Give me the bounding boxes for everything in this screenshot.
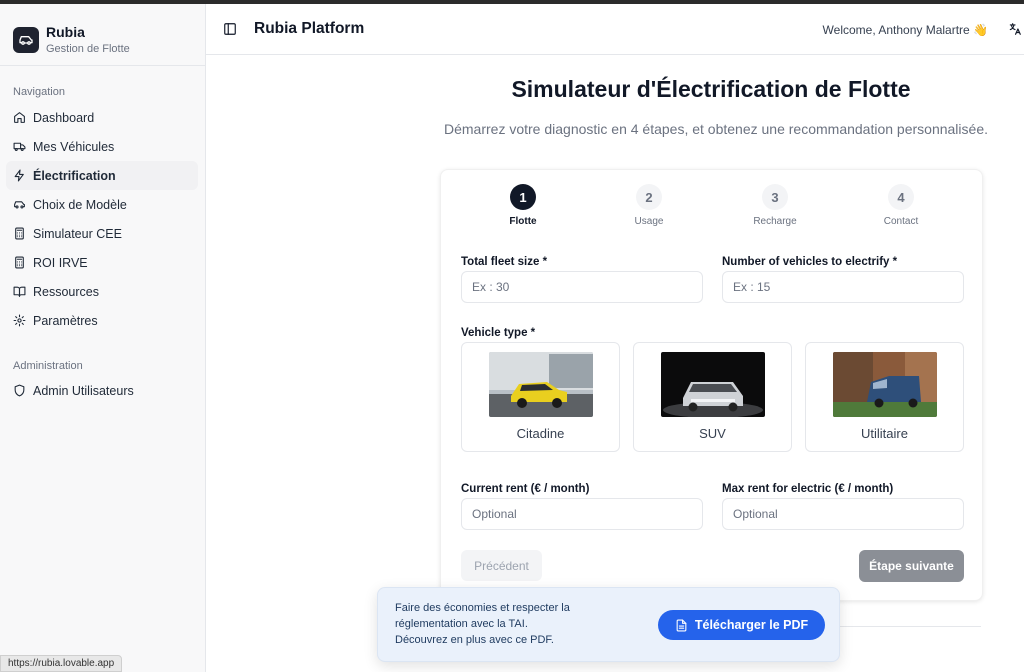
promo-text-line-1: Faire des économies et respecter la xyxy=(395,602,570,614)
file-text-icon xyxy=(676,619,687,631)
truck-icon xyxy=(13,142,26,151)
step-recharge[interactable]: 3 Recharge xyxy=(735,184,815,227)
sidebar-item-dashboard[interactable]: Dashboard xyxy=(6,103,198,132)
car-icon xyxy=(14,201,25,209)
admin-section-title: Administration xyxy=(13,360,83,372)
step-label: Recharge xyxy=(753,216,797,227)
admin-nav: Admin Utilisateurs xyxy=(6,376,198,405)
pdf-promo-banner: Faire des économies et respecter la régl… xyxy=(377,587,840,662)
page-title: Simulateur d'Électrification de Flotte xyxy=(511,76,911,102)
max-rent-label: Max rent for electric (€ / month) xyxy=(722,483,894,495)
app-title: Rubia Platform xyxy=(254,20,365,37)
vehicle-type-citadine[interactable]: Citadine xyxy=(461,342,620,452)
calculator-icon xyxy=(15,256,24,269)
utilitaire-image xyxy=(833,352,937,417)
status-bar-url: https://rubia.lovable.app xyxy=(0,655,123,672)
vehicles-to-electrify-label: Number of vehicles to electrify * xyxy=(722,256,898,268)
sidebar-item-cee-simulator[interactable]: Simulateur CEE xyxy=(6,219,198,248)
max-rent-input[interactable] xyxy=(722,498,964,530)
top-header: Rubia Platform Welcome, Anthony Malartre… xyxy=(206,4,1024,55)
translate-icon[interactable] xyxy=(1008,22,1022,36)
sidebar-item-roi-irve[interactable]: ROI IRVE xyxy=(6,248,198,277)
step-number: 2 xyxy=(636,184,662,210)
vehicle-type-suv[interactable]: SUV xyxy=(633,342,792,452)
sidebar-item-label: Dashboard xyxy=(33,110,95,125)
promo-text-line-2: réglementation avec la TAI. xyxy=(395,618,528,630)
sidebar-item-label: Ressources xyxy=(33,284,99,299)
welcome-message: Welcome, Anthony Malartre 👋 xyxy=(822,23,988,37)
step-label: Usage xyxy=(634,216,664,227)
divider xyxy=(0,65,206,66)
sidebar-item-admin-users[interactable]: Admin Utilisateurs xyxy=(6,376,198,405)
brand[interactable]: Rubia Gestion de Flotte xyxy=(13,20,130,60)
sidebar-item-electrification[interactable]: Électrification xyxy=(6,161,198,190)
step-number: 4 xyxy=(888,184,914,210)
vehicle-type-utilitaire[interactable]: Utilitaire xyxy=(805,342,964,452)
sidebar-item-settings[interactable]: Paramètres xyxy=(6,306,198,335)
promo-text-line-3: Découvrez en plus avec ce PDF. xyxy=(395,634,554,646)
shield-icon xyxy=(14,384,25,397)
step-label: Contact xyxy=(883,216,919,227)
sidebar-item-label: ROI IRVE xyxy=(33,255,88,270)
vehicle-type-label: Vehicle type * xyxy=(461,327,536,339)
step-contact[interactable]: 4 Contact xyxy=(861,184,941,227)
brand-subtitle: Gestion de Flotte xyxy=(46,43,130,55)
sidebar-item-label: Paramètres xyxy=(33,313,98,328)
page-subtitle: Démarrez votre diagnostic en 4 étapes, e… xyxy=(444,121,988,137)
step-number: 3 xyxy=(762,184,788,210)
sidebar-item-label: Électrification xyxy=(33,168,116,183)
current-rent-input[interactable] xyxy=(461,498,703,530)
step-flotte[interactable]: 1 Flotte xyxy=(483,184,563,227)
sidebar-item-label: Admin Utilisateurs xyxy=(33,383,134,398)
vehicle-type-name: Citadine xyxy=(516,426,565,441)
previous-button[interactable]: Précédent xyxy=(461,550,542,581)
suv-image xyxy=(661,352,765,417)
gear-icon xyxy=(13,314,26,327)
citadine-image xyxy=(489,352,593,417)
main-content: Simulateur d'Électrification de Flotte D… xyxy=(206,55,1024,672)
sidebar: Rubia Gestion de Flotte Navigation Dashb… xyxy=(0,4,206,672)
sidebar-item-label: Simulateur CEE xyxy=(33,226,122,241)
sidebar-item-model-choice[interactable]: Choix de Modèle xyxy=(6,190,198,219)
next-step-button[interactable]: Étape suivante xyxy=(859,550,964,582)
current-rent-label: Current rent (€ / month) xyxy=(461,483,590,495)
car-logo-icon xyxy=(13,27,39,53)
vehicle-type-name: Utilitaire xyxy=(861,426,908,441)
step-usage[interactable]: 2 Usage xyxy=(609,184,689,227)
fleet-size-label: Total fleet size * xyxy=(461,256,548,268)
fleet-size-input[interactable] xyxy=(461,271,703,303)
main-nav: Dashboard Mes Véhicules Électrification … xyxy=(6,103,198,335)
download-pdf-label: Télécharger le PDF xyxy=(694,618,809,632)
vehicle-type-name: SUV xyxy=(699,426,726,441)
step-number: 1 xyxy=(510,184,536,210)
zap-icon xyxy=(14,169,24,182)
nav-section-title: Navigation xyxy=(13,86,65,98)
sidebar-item-vehicles[interactable]: Mes Véhicules xyxy=(6,132,198,161)
calculator-icon xyxy=(15,227,24,240)
sidebar-item-resources[interactable]: Ressources xyxy=(6,277,198,306)
book-icon xyxy=(13,286,26,297)
download-pdf-button[interactable]: Télécharger le PDF xyxy=(658,610,825,640)
sidebar-item-label: Mes Véhicules xyxy=(33,139,115,154)
home-icon xyxy=(14,112,25,123)
brand-name: Rubia xyxy=(46,24,85,40)
sidebar-item-label: Choix de Modèle xyxy=(33,197,127,212)
vehicles-to-electrify-input[interactable] xyxy=(722,271,964,303)
step-label: Flotte xyxy=(509,216,537,227)
simulator-card: 1 Flotte 2 Usage 3 Recharge 4 Contact To… xyxy=(440,169,983,601)
sidebar-toggle-icon[interactable] xyxy=(223,22,237,36)
